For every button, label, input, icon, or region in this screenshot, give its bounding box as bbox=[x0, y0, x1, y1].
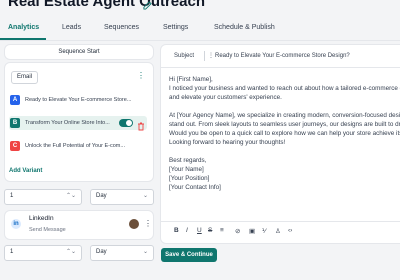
variant-subject: Ready to Elevate Your E-commerce Store..… bbox=[25, 97, 132, 103]
edit-title-icon[interactable] bbox=[143, 0, 152, 15]
chevron-down-icon: ⌄ bbox=[142, 249, 148, 255]
delay-unit-value: Day bbox=[96, 249, 107, 255]
variant-subject: Unlock the Full Potential of Your E-com.… bbox=[25, 143, 125, 149]
email-body-editor[interactable]: Hi [First Name], I noticed your business… bbox=[169, 75, 400, 227]
strikethrough-icon[interactable]: S bbox=[208, 227, 212, 234]
stepper-icon: ⌃⌄ bbox=[65, 249, 76, 255]
italic-icon[interactable]: I bbox=[186, 227, 188, 234]
delay-amount-stepper-2[interactable]: 1 ⌃⌄ bbox=[4, 245, 82, 261]
variant-a[interactable]: A Ready to Elevate Your E-commerce Store… bbox=[9, 93, 147, 107]
linkedin-icon: in bbox=[11, 219, 21, 229]
variant-subject: Transform Your Online Store Into... bbox=[25, 120, 110, 126]
tab-schedule-publish[interactable]: Schedule & Publish bbox=[214, 24, 275, 31]
tab-sequences[interactable]: Sequences bbox=[104, 24, 139, 31]
variant-letter: C bbox=[10, 141, 20, 151]
tab-analytics[interactable]: Analytics bbox=[8, 24, 39, 31]
subject-row: Subject ⋮ Ready to Elevate Your E-commer… bbox=[161, 45, 400, 68]
add-variant-button[interactable]: Add Variant bbox=[9, 168, 42, 174]
delay-amount-stepper[interactable]: 1 ⌃⌄ bbox=[4, 189, 82, 205]
sequence-start: Sequence Start bbox=[4, 44, 154, 60]
linkedin-step-subtitle: Send Message bbox=[29, 227, 66, 233]
chevron-down-icon: ⌄ bbox=[142, 193, 148, 199]
delay-unit-value: Day bbox=[96, 193, 107, 199]
underline-icon[interactable]: U bbox=[197, 227, 202, 234]
variant-letter: A bbox=[10, 95, 20, 105]
email-editor[interactable]: Subject ⋮ Ready to Elevate Your E-commer… bbox=[160, 44, 400, 244]
linkedin-step-card[interactable]: in LinkedIn Send Message ⋮ bbox=[4, 210, 154, 240]
page-title: Real Estate Agent Outreach bbox=[8, 0, 205, 10]
delay-amount-value: 1 bbox=[10, 193, 14, 199]
delay-unit-select[interactable]: Day ⌄ bbox=[90, 189, 154, 205]
variant-toggle[interactable] bbox=[119, 119, 133, 127]
bullet-list-icon[interactable]: ≡ bbox=[220, 227, 224, 234]
active-tab-indicator bbox=[0, 38, 46, 40]
save-continue-button[interactable]: Save & Continue bbox=[161, 248, 217, 262]
subject-label: Subject bbox=[174, 53, 195, 59]
bold-icon[interactable]: B bbox=[174, 227, 179, 234]
personalize-icon[interactable]: ♙ bbox=[275, 227, 281, 235]
variant-c[interactable]: C Unlock the Full Potential of Your E-co… bbox=[9, 139, 147, 153]
image-icon[interactable]: ▣ bbox=[249, 227, 255, 235]
formatting-toolbar: B I U S ≡ ⊘ ▣ ⅟ ♙ ‹› bbox=[161, 221, 400, 242]
delay-unit-select-2[interactable]: Day ⌄ bbox=[90, 245, 154, 261]
email-badge: Email bbox=[11, 71, 39, 84]
drag-handle-icon[interactable]: ⋮ bbox=[208, 52, 214, 59]
email-step-card[interactable]: Email ⋮ A Ready to Elevate Your E-commer… bbox=[4, 62, 154, 182]
divider bbox=[204, 51, 205, 61]
more-options-icon[interactable]: ⋮ bbox=[144, 219, 152, 228]
delay-amount-value: 1 bbox=[10, 249, 14, 255]
numbered-list-icon[interactable]: ⅟ bbox=[262, 227, 266, 235]
linkedin-step-title: LinkedIn bbox=[29, 215, 54, 222]
trash-icon[interactable] bbox=[137, 118, 145, 136]
variant-letter: B bbox=[10, 118, 20, 128]
stepper-icon: ⌃⌄ bbox=[65, 193, 76, 199]
tab-settings[interactable]: Settings bbox=[163, 24, 188, 31]
code-icon[interactable]: ‹› bbox=[288, 227, 292, 234]
link-icon[interactable]: ⊘ bbox=[235, 227, 240, 235]
variant-b[interactable]: B Transform Your Online Store Into... bbox=[9, 116, 147, 131]
more-options-icon[interactable]: ⋮ bbox=[137, 71, 145, 80]
tab-leads[interactable]: Leads bbox=[62, 24, 81, 31]
tab-bar: Analytics Leads Sequences Settings Sched… bbox=[0, 18, 400, 41]
subject-input[interactable]: Ready to Elevate Your E-commerce Store D… bbox=[215, 53, 350, 59]
avatar bbox=[129, 219, 139, 229]
